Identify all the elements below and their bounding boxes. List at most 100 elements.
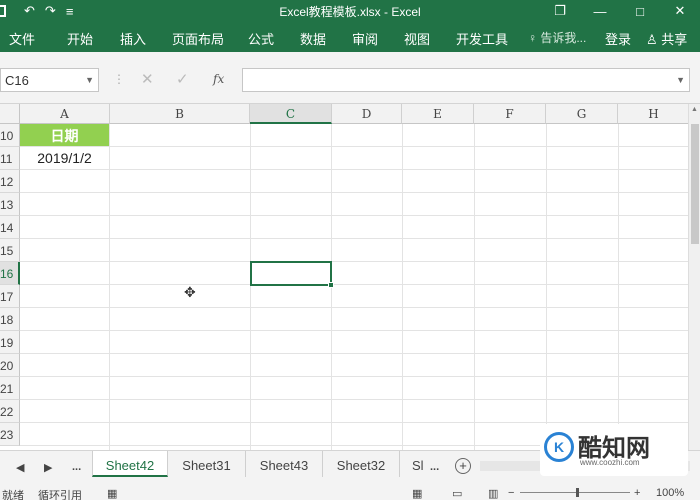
row-header-13[interactable]: 13 xyxy=(0,193,20,216)
gridline xyxy=(250,124,251,450)
normal-view-icon[interactable]: ▦ xyxy=(412,487,422,500)
more-options-icon[interactable]: ⋮ xyxy=(113,72,125,86)
gridline xyxy=(20,261,688,262)
gridline xyxy=(20,192,688,193)
fill-handle[interactable] xyxy=(328,282,334,288)
ribbon-tabs: 文件 开始 插入 页面布局 公式 数据 审阅 视图 开发工具 ♀ 告诉我... … xyxy=(0,22,700,52)
sheet-tab-sheet42[interactable]: Sheet42 xyxy=(92,451,168,477)
row-header-11[interactable]: 11 xyxy=(0,147,20,170)
status-ready: 就绪 xyxy=(2,490,24,500)
expand-formula-icon[interactable]: ▼ xyxy=(676,75,685,85)
cell-a11[interactable]: 2019/1/2 xyxy=(20,147,109,169)
tab-developer[interactable]: 开发工具 xyxy=(456,29,508,48)
tab-file[interactable]: 文件 xyxy=(9,29,35,48)
row-header-16[interactable]: 16 xyxy=(0,262,20,285)
gridline xyxy=(20,146,688,147)
row-header-22[interactable]: 22 xyxy=(0,400,20,423)
select-all-corner[interactable] xyxy=(0,104,20,124)
sheet-tab-sheet32[interactable]: Sheet32 xyxy=(323,451,400,477)
cell-a10[interactable]: 日期 xyxy=(20,124,109,146)
worksheet-grid[interactable]: A B C D E F G H 10 11 12 13 14 15 16 17 … xyxy=(0,104,688,450)
row-header-18[interactable]: 18 xyxy=(0,308,20,331)
confirm-icon[interactable]: ✓ xyxy=(176,70,189,88)
column-header-f[interactable]: F xyxy=(474,104,546,124)
row-header-20[interactable]: 20 xyxy=(0,354,20,377)
share-button[interactable]: ♙ 共享 xyxy=(646,29,687,48)
chevron-down-icon[interactable]: ▼ xyxy=(85,75,94,85)
active-cell-c16[interactable] xyxy=(250,261,334,288)
tab-view[interactable]: 视图 xyxy=(404,29,430,48)
watermark-logo: K 酷知网 www.coozhi.com xyxy=(540,424,688,476)
gridline xyxy=(546,124,547,450)
row-header-23[interactable]: 23 xyxy=(0,423,20,446)
row-header-10[interactable]: 10 xyxy=(0,124,20,147)
gridline xyxy=(20,284,688,285)
tab-insert[interactable]: 插入 xyxy=(120,29,146,48)
tab-formulas[interactable]: 公式 xyxy=(248,29,274,48)
sign-in-link[interactable]: 登录 xyxy=(605,29,631,48)
next-sheet-icon[interactable]: ▶ xyxy=(44,461,52,474)
tab-review[interactable]: 审阅 xyxy=(352,29,378,48)
close-button[interactable]: ✕ xyxy=(660,3,700,19)
sheet-tab-sheet31[interactable]: Sheet31 xyxy=(168,451,246,477)
row-header-12[interactable]: 12 xyxy=(0,170,20,193)
row-header-15[interactable]: 15 xyxy=(0,239,20,262)
column-header-c[interactable]: C xyxy=(250,104,332,124)
gridline xyxy=(20,353,688,354)
tab-data[interactable]: 数据 xyxy=(300,29,326,48)
gridline xyxy=(20,399,688,400)
window-controls: ❐ — □ ✕ xyxy=(540,0,700,22)
zoom-slider-knob[interactable] xyxy=(576,488,579,497)
logo-url: www.coozhi.com xyxy=(580,458,640,467)
gridline xyxy=(402,124,403,450)
row-header-19[interactable]: 19 xyxy=(0,331,20,354)
more-sheets-right-button[interactable]: ... xyxy=(430,461,439,473)
tab-page-layout[interactable]: 页面布局 xyxy=(172,29,224,48)
page-break-view-icon[interactable]: ▥ xyxy=(488,487,498,500)
maximize-button[interactable]: □ xyxy=(620,4,660,19)
row-header-21[interactable]: 21 xyxy=(0,377,20,400)
zoom-slider[interactable] xyxy=(520,492,630,493)
person-icon: ♙ xyxy=(646,32,658,47)
ribbon-display-icon[interactable]: ❐ xyxy=(540,3,580,19)
cancel-icon[interactable]: ✕ xyxy=(141,70,154,88)
name-box-value: C16 xyxy=(5,73,29,88)
gridline xyxy=(20,376,688,377)
more-sheets-button[interactable]: ... xyxy=(72,461,81,473)
gridline xyxy=(20,169,688,170)
column-header-g[interactable]: G xyxy=(546,104,618,124)
new-sheet-button[interactable]: + xyxy=(455,458,471,474)
lightbulb-icon: ♀ xyxy=(528,31,537,45)
page-layout-view-icon[interactable]: ▭ xyxy=(452,487,462,500)
name-box[interactable]: C16 ▼ xyxy=(0,68,99,92)
gridline xyxy=(20,238,688,239)
gridline xyxy=(20,215,688,216)
previous-sheet-icon[interactable]: ◀ xyxy=(16,461,24,474)
tell-me-label: 告诉我... xyxy=(540,31,587,45)
row-header-14[interactable]: 14 xyxy=(0,216,20,239)
zoom-in-icon[interactable]: + xyxy=(634,487,640,499)
gridline xyxy=(20,307,688,308)
gridline xyxy=(109,124,110,450)
tab-home[interactable]: 开始 xyxy=(67,29,93,48)
zoom-out-icon[interactable]: − xyxy=(508,487,514,499)
tell-me-box[interactable]: ♀ 告诉我... xyxy=(528,29,586,46)
scroll-up-icon[interactable]: ▲ xyxy=(691,106,698,113)
gridline xyxy=(618,124,619,450)
column-header-b[interactable]: B xyxy=(110,104,250,124)
sheet-tab-sheet43[interactable]: Sheet43 xyxy=(246,451,323,477)
formula-input[interactable]: ▼ xyxy=(242,68,690,92)
scroll-thumb[interactable] xyxy=(691,124,699,244)
column-header-h[interactable]: H xyxy=(618,104,688,124)
insert-function-icon[interactable]: fx xyxy=(213,72,224,86)
minimize-button[interactable]: — xyxy=(580,4,620,19)
sheet-tab-truncated[interactable]: Sl xyxy=(400,451,428,477)
vertical-scrollbar[interactable]: ▲ xyxy=(688,104,700,450)
macro-record-icon[interactable]: ▦ xyxy=(107,487,117,500)
column-header-d[interactable]: D xyxy=(332,104,402,124)
zoom-level[interactable]: 100% xyxy=(656,487,684,499)
title-bar: ↶ ↷ ≡ Excel教程模板.xlsx - Excel ❐ — □ ✕ xyxy=(0,0,700,22)
row-header-17[interactable]: 17 xyxy=(0,285,20,308)
column-header-e[interactable]: E xyxy=(402,104,474,124)
column-header-a[interactable]: A xyxy=(20,104,110,124)
